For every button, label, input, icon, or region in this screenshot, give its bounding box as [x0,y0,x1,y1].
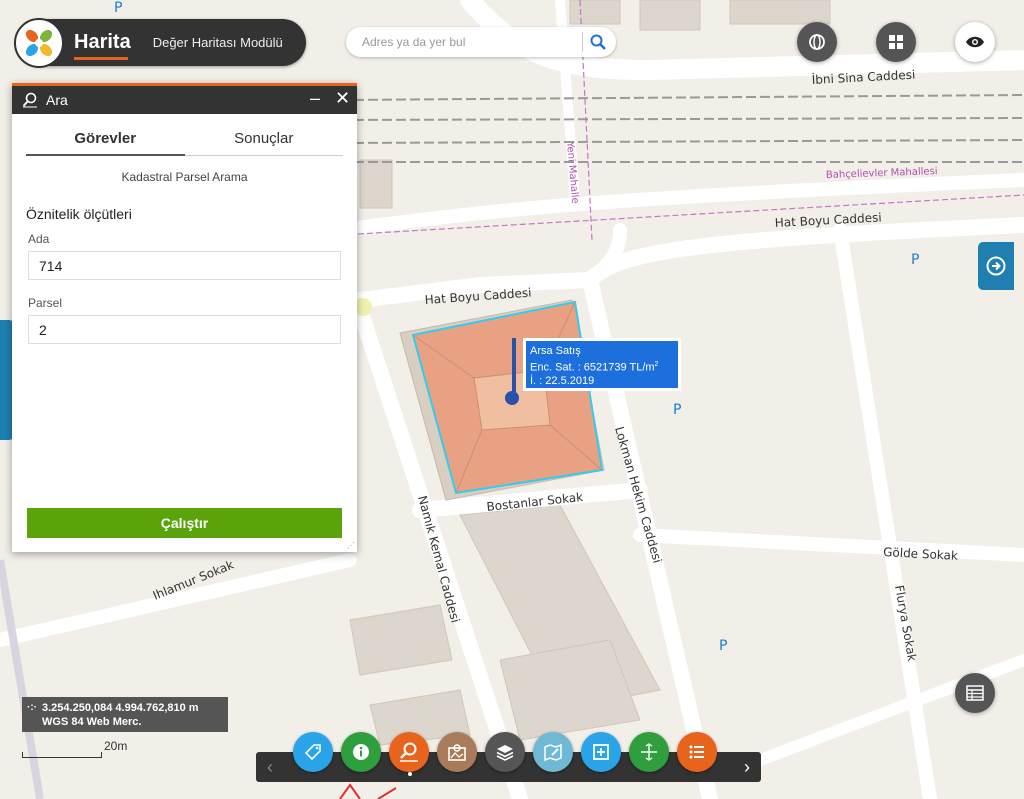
popup-price: Enc. Sat. : 6521739 TL/m [530,361,655,374]
search-panel: Ara – ✕ Görevler Sonuçlar Kadastral Pars… [12,83,357,552]
layers-icon [496,745,514,761]
popup-line-type: Arsa Satış [530,345,581,357]
crosshair-icon: ·:· [27,702,37,713]
scale-label: 20m [104,739,128,753]
app-brand: Harita Değer Haritası Modülü [14,17,306,68]
panel-header: Ara – ✕ [12,83,357,114]
app-title: Harita [74,31,131,60]
search-button[interactable] [583,27,613,57]
minimize-button[interactable]: – [310,89,320,107]
criteria-heading: Öznitelik ölçütleri [26,206,132,222]
tab-sonuclar[interactable]: Sonuçlar [185,126,344,155]
location-marker [505,391,519,405]
panel-tabs: Görevler Sonuçlar [26,126,343,156]
app-subtitle: Değer Haritası Modülü [152,35,283,50]
logo-icon [14,17,64,68]
map-edit-icon [544,743,562,762]
info-icon [353,744,369,760]
parking-label: P [114,0,122,16]
ada-label: Ada [28,232,50,246]
parcel-popup[interactable]: Arsa Satış Enc. Sat. : 6521739 TL/m2 İ. … [523,338,681,391]
info-tool-button[interactable] [341,732,381,772]
parsel-input[interactable] [28,315,341,344]
resize-handle[interactable]: ⋰ [347,542,355,550]
task-title: Kadastral Parsel Arama [121,170,248,184]
coordinate-readout: ·:· 3.254.250,084 4.994.762,810 m WGS 84… [22,697,228,732]
address-search [346,27,616,57]
globe-icon [809,34,825,50]
scale-bar: 20m [22,739,132,759]
table-icon [966,685,984,701]
toolbar-next-button[interactable]: › [735,752,759,782]
active-tool-indicator [408,772,412,776]
popup-price-unit-sup: 2 [654,361,659,368]
search-tool-button[interactable] [389,732,429,772]
arrow-right-circle-icon [986,256,1006,276]
scale-line [22,752,102,758]
panel-title: Ara [46,92,68,108]
coordinate-value: 3.254.250,084 4.994.762,810 m [42,702,199,714]
tab-gorevler[interactable]: Görevler [26,126,185,156]
coordinate-system: WGS 84 Web Merc. [42,716,142,728]
search-map-icon [400,742,418,762]
right-panel-toggle[interactable] [978,242,1014,290]
search-map-icon [22,92,37,108]
run-button[interactable]: Çalıştır [27,508,342,538]
attribute-table-button[interactable] [955,673,995,713]
parking-label: P [719,638,727,654]
visibility-button[interactable] [955,22,995,62]
tag-icon [304,744,321,761]
eye-icon [966,36,984,48]
measure-tool-button[interactable] [629,732,669,772]
add-frame-tool-button[interactable] [581,732,621,772]
measure-icon [641,743,657,761]
search-input[interactable] [362,35,582,49]
list-icon [689,745,704,759]
map-picture-icon [448,744,466,761]
parsel-label: Parsel [28,296,63,310]
widgets-button[interactable] [876,22,916,62]
parking-label: P [911,252,919,268]
parking-label: P [673,402,681,418]
popup-line-date: İ. : 22.5.2019 [530,374,595,387]
toolbar-prev-button[interactable]: ‹ [258,752,282,782]
layers-tool-button[interactable] [485,732,525,772]
search-icon [590,34,606,50]
popup-line-price: Enc. Sat. : 6521739 TL/m2 [530,358,678,375]
map-edit-tool-button[interactable] [533,732,573,772]
basemap-button[interactable] [797,22,837,62]
ada-input[interactable] [28,251,341,280]
list-tool-button[interactable] [677,732,717,772]
tag-tool-button[interactable] [293,732,333,772]
close-button[interactable]: ✕ [335,89,350,107]
grid-icon [889,35,903,49]
add-frame-icon [593,744,609,760]
map-picture-tool-button[interactable] [437,732,477,772]
